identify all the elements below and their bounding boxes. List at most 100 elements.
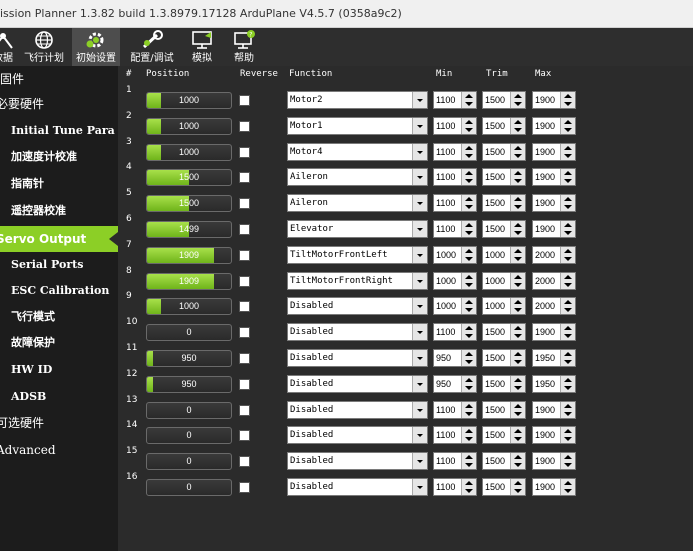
spin-down-icon[interactable] (564, 179, 572, 184)
spin-up-icon[interactable] (514, 403, 522, 408)
spinner-buttons[interactable] (560, 221, 575, 237)
spin-up-icon[interactable] (564, 377, 572, 382)
spinner-buttons[interactable] (560, 298, 575, 315)
spinner-buttons[interactable] (510, 92, 525, 108)
sidebar-item[interactable]: ADSB (0, 384, 118, 410)
dropdown-arrow-icon[interactable] (412, 246, 427, 263)
spin-down-icon[interactable] (564, 360, 572, 364)
dropdown-arrow-icon[interactable] (412, 401, 427, 418)
spin-up-icon[interactable] (465, 274, 473, 279)
spin-up-icon[interactable] (465, 248, 473, 253)
spin-down-icon[interactable] (465, 256, 473, 261)
reverse-checkbox[interactable] (239, 249, 250, 261)
function-select[interactable]: Aileron (287, 194, 428, 213)
sidebar-item[interactable]: Initial Tune Para (0, 118, 118, 144)
min-spinner[interactable]: 1000 (433, 271, 477, 290)
spin-up-icon[interactable] (465, 119, 473, 124)
toolbar-initial-setup[interactable]: 初始设置 (72, 28, 120, 66)
spin-down-icon[interactable] (465, 127, 473, 132)
function-select[interactable]: Motor2 (287, 91, 428, 109)
function-select[interactable]: Disabled (287, 426, 428, 445)
spin-down-icon[interactable] (564, 205, 572, 210)
spin-down-icon[interactable] (564, 334, 572, 339)
sidebar-item[interactable]: 遥控器校准 (0, 198, 118, 224)
trim-spinner[interactable]: 1500 (482, 478, 526, 496)
function-select[interactable]: Disabled (287, 374, 428, 393)
spinner-buttons[interactable] (510, 453, 525, 470)
max-spinner[interactable]: 2000 (532, 245, 576, 264)
spin-down-icon[interactable] (465, 153, 473, 158)
dropdown-arrow-icon[interactable] (412, 117, 427, 134)
spinner-buttons[interactable] (461, 246, 476, 263)
min-spinner[interactable]: 1100 (433, 220, 477, 238)
min-spinner[interactable]: 1000 (433, 297, 477, 316)
max-spinner[interactable]: 1900 (532, 168, 576, 187)
spinner-buttons[interactable] (560, 272, 575, 289)
function-select[interactable]: Disabled (287, 452, 428, 471)
toolbar-data[interactable]: 数据 (0, 28, 16, 66)
spin-up-icon[interactable] (564, 300, 572, 305)
sidebar-item[interactable]: 飞行模式 (0, 304, 118, 330)
spin-down-icon[interactable] (564, 282, 572, 287)
sidebar-item[interactable]: HW ID (0, 357, 118, 383)
function-select[interactable]: Disabled (287, 349, 428, 367)
spin-down-icon[interactable] (465, 437, 473, 442)
sidebar-item[interactable]: 加速度计校准 (0, 144, 118, 170)
function-select[interactable]: TiltMotorFrontRight (287, 271, 428, 290)
spin-up-icon[interactable] (564, 352, 572, 356)
spinner-buttons[interactable] (461, 221, 476, 237)
spin-down-icon[interactable] (564, 127, 572, 132)
spinner-buttons[interactable] (510, 272, 525, 289)
spin-down-icon[interactable] (514, 385, 522, 390)
trim-spinner[interactable]: 1000 (482, 271, 526, 290)
reverse-checkbox[interactable] (239, 198, 250, 210)
reverse-checkbox[interactable] (239, 353, 250, 364)
spin-down-icon[interactable] (514, 127, 522, 132)
max-spinner[interactable]: 1900 (532, 426, 576, 445)
spin-up-icon[interactable] (564, 119, 572, 124)
spinner-buttons[interactable] (560, 427, 575, 444)
spinner-buttons[interactable] (510, 375, 525, 392)
spin-up-icon[interactable] (514, 119, 522, 124)
spin-up-icon[interactable] (514, 352, 522, 356)
spinner-buttons[interactable] (461, 401, 476, 418)
spinner-buttons[interactable] (461, 143, 476, 160)
spinner-buttons[interactable] (510, 427, 525, 444)
spinner-buttons[interactable] (461, 350, 476, 366)
spin-down-icon[interactable] (514, 463, 522, 468)
function-select[interactable]: Motor4 (287, 142, 428, 161)
spin-down-icon[interactable] (564, 385, 572, 390)
trim-spinner[interactable]: 1500 (482, 220, 526, 238)
spin-up-icon[interactable] (514, 197, 522, 202)
spin-up-icon[interactable] (465, 223, 473, 227)
trim-spinner[interactable]: 1500 (482, 374, 526, 393)
trim-spinner[interactable]: 1500 (482, 168, 526, 187)
spinner-buttons[interactable] (510, 221, 525, 237)
dropdown-arrow-icon[interactable] (412, 92, 427, 108)
spin-down-icon[interactable] (514, 437, 522, 442)
spinner-buttons[interactable] (461, 324, 476, 341)
spin-up-icon[interactable] (514, 455, 522, 460)
trim-spinner[interactable]: 1500 (482, 323, 526, 342)
spin-down-icon[interactable] (514, 256, 522, 261)
sidebar-item[interactable]: Advanced (0, 437, 118, 463)
spin-down-icon[interactable] (465, 308, 473, 313)
function-select[interactable]: Disabled (287, 297, 428, 316)
trim-spinner[interactable]: 1500 (482, 91, 526, 109)
spinner-buttons[interactable] (560, 246, 575, 263)
spinner-buttons[interactable] (461, 117, 476, 134)
spin-up-icon[interactable] (514, 223, 522, 227)
function-select[interactable]: Elevator (287, 220, 428, 238)
spinner-buttons[interactable] (560, 92, 575, 108)
spin-down-icon[interactable] (514, 205, 522, 210)
spinner-buttons[interactable] (461, 298, 476, 315)
spinner-buttons[interactable] (461, 92, 476, 108)
spin-up-icon[interactable] (465, 377, 473, 382)
min-spinner[interactable]: 1100 (433, 91, 477, 109)
spin-down-icon[interactable] (465, 334, 473, 339)
sidebar-item[interactable]: Serial Ports (0, 252, 118, 278)
spinner-buttons[interactable] (560, 401, 575, 418)
trim-spinner[interactable]: 1500 (482, 349, 526, 367)
min-spinner[interactable]: 1100 (433, 194, 477, 213)
trim-spinner[interactable]: 1500 (482, 194, 526, 213)
